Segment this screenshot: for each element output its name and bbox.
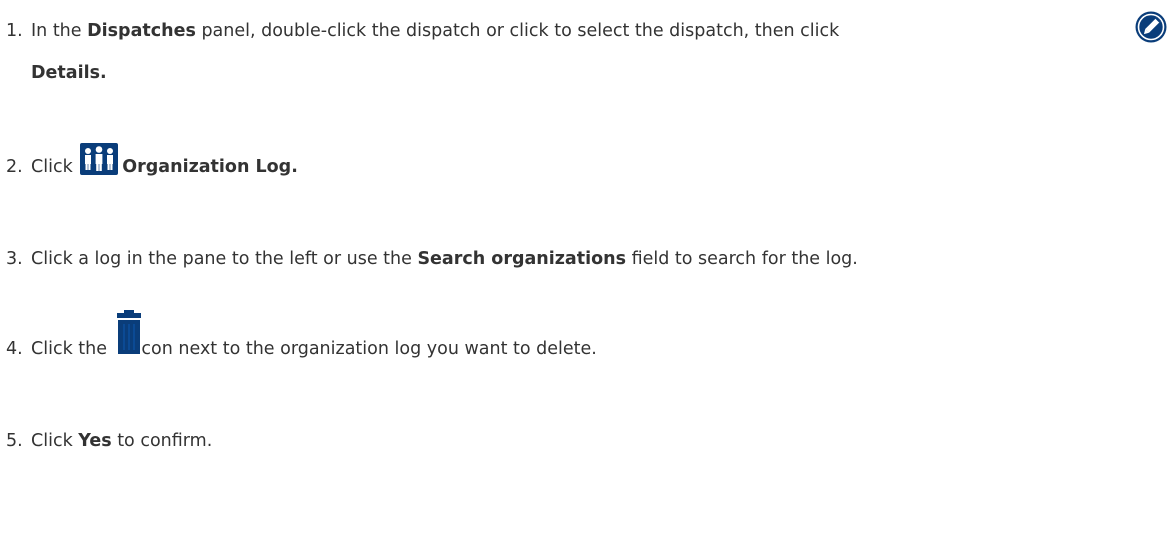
step-bold-text: Organization Log. xyxy=(122,157,298,177)
step-text: Click xyxy=(31,431,79,451)
step-number: 3. xyxy=(6,249,23,269)
step-bold-text: Search organizations xyxy=(417,249,626,269)
step-number: 2. xyxy=(6,157,23,177)
step-1-continued: Details. xyxy=(6,61,107,85)
step-text: Click the xyxy=(31,339,113,359)
step-number: 5. xyxy=(6,431,23,451)
trash-delete-icon xyxy=(116,310,142,354)
step-text: field to search for the log. xyxy=(626,249,858,269)
step-text: to confirm. xyxy=(111,431,213,451)
step-text: panel, double-click the dispatch or clic… xyxy=(195,21,840,41)
step-text: Click xyxy=(31,157,79,177)
pencil-edit-icon xyxy=(1134,10,1168,44)
step-5: 5. Click Yes to confirm. xyxy=(6,429,212,453)
step-text: icon next to the organization log you wa… xyxy=(136,339,597,359)
step-text: Click a log in the pane to the left or u… xyxy=(31,249,418,269)
step-number: 4. xyxy=(6,339,23,359)
step-number: 1. xyxy=(6,21,23,41)
step-bold-text: Dispatches xyxy=(87,21,196,41)
instruction-steps: 1. In the Dispatches panel, double-click … xyxy=(0,0,1175,539)
step-text: In the xyxy=(31,21,88,41)
organization-people-icon xyxy=(80,143,118,175)
step-1: 1. In the Dispatches panel, double-click … xyxy=(6,19,839,43)
step-3: 3. Click a log in the pane to the left or… xyxy=(6,247,858,271)
step-bold-text: Yes xyxy=(78,431,112,451)
step-2: 2. Click Organization Log. xyxy=(6,155,298,179)
step-4: 4. Click the icon next to the organizatio… xyxy=(6,337,597,361)
step-bold-text: Details. xyxy=(31,63,107,83)
